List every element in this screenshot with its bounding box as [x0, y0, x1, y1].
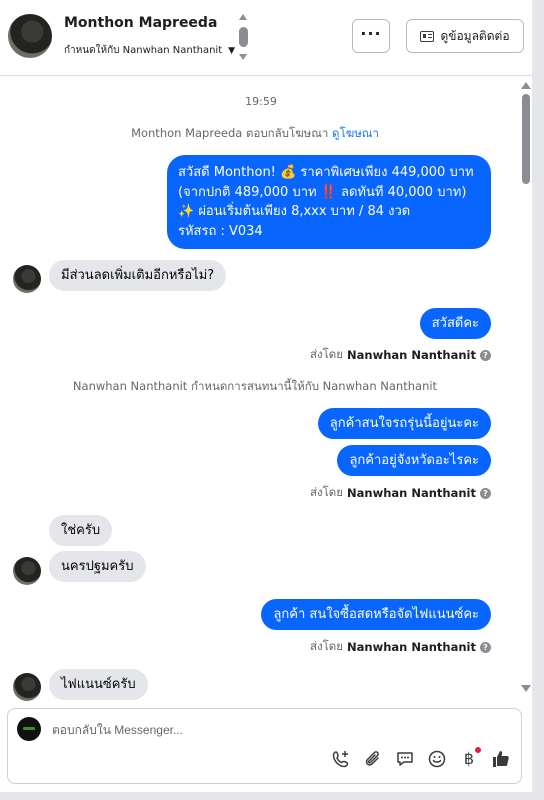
outgoing-message[interactable]: สวัสดีคะ	[419, 308, 491, 339]
scroll-down-icon[interactable]	[521, 685, 531, 692]
composer-toolbar: ฿	[331, 747, 511, 769]
scroll-up-icon[interactable]	[521, 82, 531, 89]
conversation-scrollbar[interactable]	[520, 80, 532, 694]
incoming-message[interactable]: มีส่วนลดเพิ่มเติมอีกหรือไม่?	[49, 260, 227, 291]
sent-by-prefix: ส่งโดย	[309, 485, 344, 499]
info-icon[interactable]: ?	[480, 641, 491, 653]
sent-by-label: ส่งโดย Nanwhan Nanthanit ?	[310, 638, 491, 656]
sent-by-label: ส่งโดย Nanwhan Nanthanit ?	[310, 346, 491, 364]
messenger-panel: Monthon Mapreeda กำหนดให้กับ Nanwhan Nan…	[0, 0, 532, 792]
view-contact-button[interactable]: ดูข้อมูลติดต่อ	[406, 19, 524, 53]
incoming-message[interactable]: ใช่ครับ	[49, 515, 113, 546]
ad-reply-text: Monthon Mapreeda ตอบกลับโฆษณา	[131, 126, 329, 140]
assignment-notice: Nanwhan Nanthanit กำหนดการสนทนานี้ให้กับ…	[72, 379, 438, 393]
emoji-icon[interactable]	[427, 749, 447, 769]
avatar[interactable]	[8, 14, 52, 58]
assignee-label: กำหนดให้กับ Nanwhan Nanthanit	[64, 45, 223, 56]
scrollbar-thumb[interactable]	[522, 94, 530, 184]
contact-name[interactable]: Monthon Mapreeda	[64, 15, 217, 31]
baht-payment-icon[interactable]: ฿	[459, 747, 481, 769]
paperclip-icon[interactable]	[363, 749, 383, 769]
page-avatar	[17, 717, 41, 741]
sender-avatar[interactable]	[13, 673, 41, 701]
view-ad-link[interactable]: ดูโฆษณา	[332, 126, 379, 140]
timestamp: 19:59	[245, 95, 277, 108]
sent-by-name: Nanwhan Nanthanit	[347, 348, 476, 362]
more-options-button[interactable]: ···	[352, 19, 390, 53]
caret-down-icon: ▼	[228, 46, 236, 56]
conversation-header: Monthon Mapreeda กำหนดให้กับ Nanwhan Nan…	[0, 0, 532, 76]
sent-by-name: Nanwhan Nanthanit	[347, 486, 476, 500]
assignee-selector[interactable]: กำหนดให้กับ Nanwhan Nanthanit ▼	[64, 43, 235, 58]
reply-input[interactable]	[52, 721, 492, 739]
sent-by-name: Nanwhan Nanthanit	[347, 640, 476, 654]
view-contact-label: ดูข้อมูลติดต่อ	[440, 28, 510, 43]
contact-card-icon	[420, 30, 435, 42]
handle-bar	[239, 27, 248, 47]
ad-message-line: (จากปกติ 489,000 บาท ‼️ ลดทันที 40,000 บ…	[178, 184, 467, 200]
ad-message-bubble[interactable]: สวัสดี Monthon! 💰 ราคาพิเศษเพียง 449,000…	[167, 155, 491, 249]
chevron-down-icon	[239, 54, 247, 60]
chevron-up-icon	[239, 14, 247, 20]
sent-by-label: ส่งโดย Nanwhan Nanthanit ?	[310, 484, 491, 502]
message-composer: ฿	[7, 708, 522, 784]
outgoing-message[interactable]: ลูกค้า สนใจซื้อสดหรือจัดไฟแนนซ์คะ	[261, 599, 491, 630]
info-icon[interactable]: ?	[480, 349, 491, 361]
add-call-icon[interactable]	[331, 749, 351, 769]
resize-handle[interactable]	[239, 14, 248, 60]
ad-reply-notice: Monthon Mapreeda ตอบกลับโฆษณา ดูโฆษณา	[0, 125, 510, 143]
notification-dot	[475, 747, 481, 753]
outgoing-message[interactable]: ลูกค้าอยู่จังหวัดอะไรคะ	[337, 445, 491, 476]
ad-message-line: รหัสรถ : V034	[178, 223, 263, 239]
sender-avatar[interactable]	[13, 557, 41, 585]
ad-message-line: ✨ ผ่อนเริ่มต้นเพียง 8,xxx บาท / 84 งวด	[178, 204, 411, 219]
message-list[interactable]: 19:59 Monthon Mapreeda ตอบกลับโฆษณา ดูโฆ…	[0, 77, 532, 701]
saved-reply-icon[interactable]	[395, 749, 415, 769]
thumbs-up-icon[interactable]	[491, 749, 511, 769]
incoming-message[interactable]: ไฟแนนซ์ครับ	[49, 669, 148, 700]
sent-by-prefix: ส่งโดย	[309, 347, 344, 361]
info-icon[interactable]: ?	[480, 487, 491, 499]
sent-by-prefix: ส่งโดย	[309, 639, 344, 653]
outgoing-message[interactable]: ลูกค้าสนใจรถรุ่นนี้อยู่นะคะ	[317, 408, 491, 439]
ad-message-line: สวัสดี Monthon! 💰 ราคาพิเศษเพียง 449,000…	[178, 165, 474, 180]
sender-avatar[interactable]	[13, 265, 41, 293]
incoming-message[interactable]: นครปฐมครับ	[49, 551, 146, 582]
